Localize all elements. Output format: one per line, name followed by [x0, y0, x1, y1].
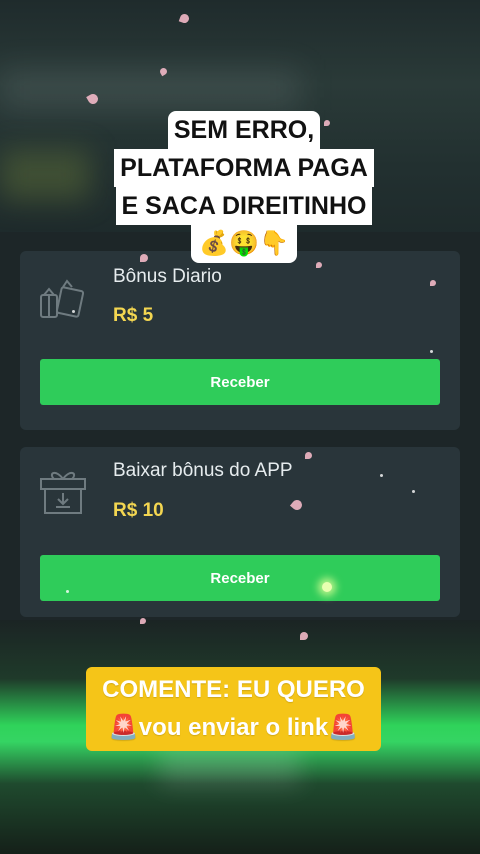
bonus-amount: R$ 5 — [113, 305, 154, 326]
petal-decoration — [316, 262, 322, 268]
sparkle-decoration — [412, 490, 415, 493]
petal-decoration — [430, 280, 436, 286]
petal-decoration — [305, 452, 312, 459]
petal-decoration — [324, 120, 330, 126]
sparkle-decoration — [380, 474, 383, 477]
bonus-amount: R$ 10 — [113, 500, 164, 521]
cta-line: 🚨vou enviar o link🚨 — [108, 714, 359, 741]
petal-decoration — [140, 254, 148, 262]
sparkle-decoration — [72, 310, 75, 313]
receive-button[interactable]: Receber — [40, 359, 440, 405]
receive-button[interactable]: Receber — [40, 555, 440, 601]
headline-emoji-line: 💰🤑👇 — [191, 225, 297, 263]
background-blur — [0, 70, 300, 110]
background-blur — [0, 150, 90, 200]
bonus-card-daily: Bônus Diario R$ 5 Receber — [20, 251, 460, 430]
headline-line: PLATAFORMA PAGA — [114, 149, 374, 187]
headline-line: E SACA DIREITINHO — [115, 187, 373, 225]
card-title: Bônus Diario — [113, 266, 222, 287]
background-blur — [160, 745, 300, 785]
gift-box-outline-icon — [36, 275, 90, 329]
petal-decoration — [140, 618, 146, 624]
cta-line: COMENTE: EU QUERO — [102, 676, 365, 703]
headline-line: SEM ERRO, — [167, 111, 321, 149]
sparkle-decoration — [430, 350, 433, 353]
headline-overlay: SEM ERRO, PLATAFORMA PAGA E SACA DIREITI… — [100, 111, 388, 263]
sparkle-decoration — [322, 582, 332, 592]
sparkle-decoration — [66, 590, 69, 593]
card-title: Baixar bônus do APP — [113, 460, 293, 481]
gift-download-icon — [36, 465, 90, 519]
bonus-card-app-download: Baixar bônus do APP R$ 10 Receber — [20, 447, 460, 617]
petal-decoration — [300, 632, 308, 640]
comment-cta-overlay: COMENTE: EU QUERO 🚨vou enviar o link🚨 — [86, 667, 381, 751]
